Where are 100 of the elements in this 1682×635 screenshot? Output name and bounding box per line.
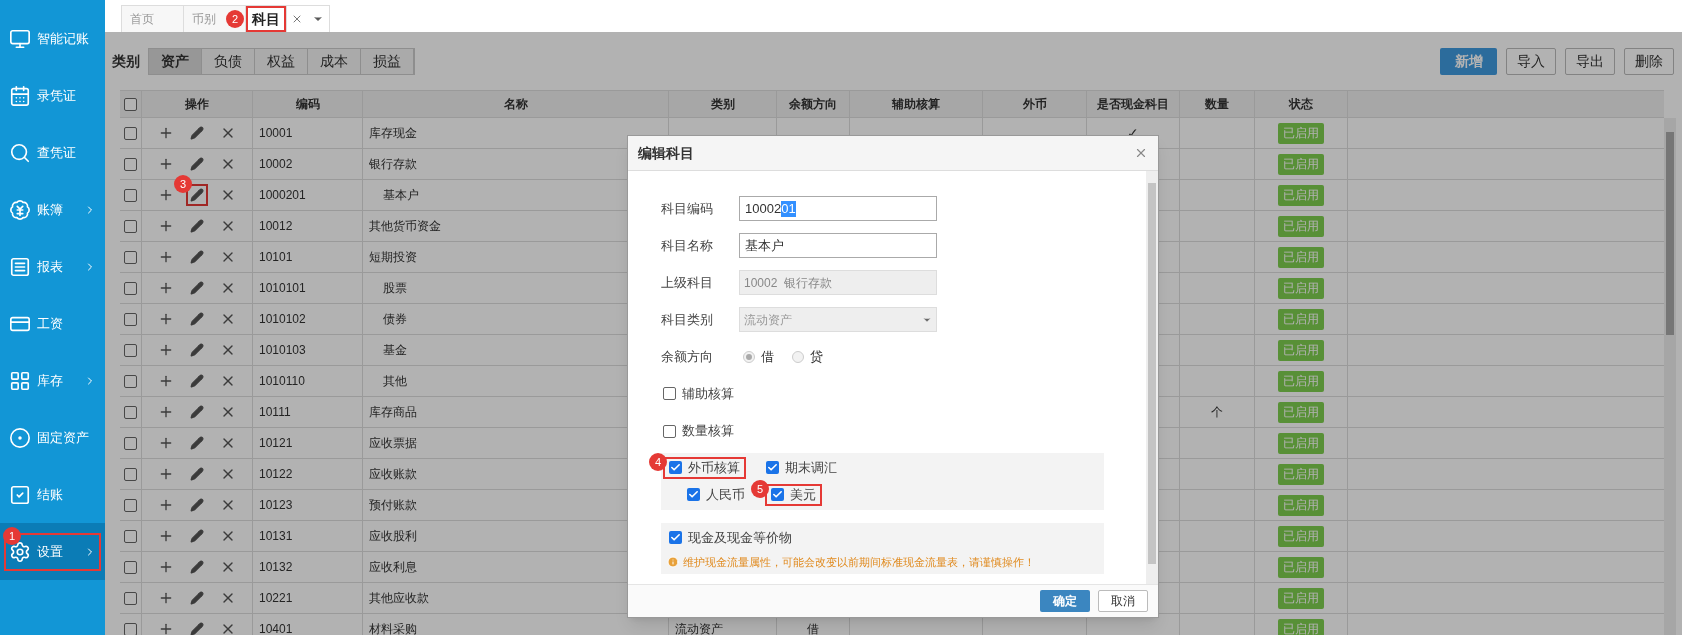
add-icon[interactable] (158, 218, 174, 234)
checkbox[interactable] (124, 405, 137, 419)
add-icon[interactable] (158, 280, 174, 296)
edit-icon[interactable] (190, 622, 204, 635)
checkbox[interactable] (124, 281, 137, 295)
add-icon[interactable] (158, 559, 174, 575)
edit-icon[interactable] (190, 498, 204, 512)
sidebar-item[interactable]: 库存 (0, 352, 105, 409)
add-icon[interactable] (158, 528, 174, 544)
sidebar-item[interactable]: 智能记账 (0, 10, 105, 67)
add-icon[interactable] (158, 497, 174, 513)
edit-icon[interactable] (190, 591, 204, 605)
close-icon[interactable] (291, 13, 303, 25)
add-icon[interactable] (158, 466, 174, 482)
category-label: 类别 (112, 51, 140, 71)
checkbox[interactable] (669, 461, 682, 475)
add-icon[interactable] (158, 125, 174, 141)
edit-icon[interactable] (190, 343, 204, 357)
code-text: 10221 (259, 590, 293, 607)
code-text: 10002 (259, 156, 293, 173)
toolbar-button[interactable]: 导出 (1565, 47, 1615, 75)
checkbox[interactable] (124, 188, 137, 202)
checkbox[interactable] (124, 374, 137, 388)
checkbox[interactable] (766, 461, 779, 475)
checkbox[interactable] (771, 488, 784, 502)
checkbox[interactable] (663, 387, 676, 401)
add-icon[interactable] (158, 404, 174, 420)
name-text: 材料采购 (369, 621, 417, 635)
name-text: 股票 (383, 280, 407, 297)
checkbox[interactable] (124, 157, 137, 171)
checkbox[interactable] (687, 488, 700, 502)
status-tag: 已启用 (1278, 339, 1324, 361)
scrollbar[interactable] (1664, 118, 1676, 635)
page-tab[interactable]: 科目 (246, 6, 287, 32)
edit-icon[interactable] (190, 188, 204, 202)
edit-icon[interactable] (190, 219, 204, 233)
checkbox[interactable] (124, 250, 137, 264)
category-tab[interactable]: 损益 (361, 48, 414, 74)
page-tab[interactable]: 首页 (122, 6, 184, 32)
edit-icon[interactable] (190, 157, 204, 171)
checkbox[interactable] (124, 560, 137, 574)
category-tab[interactable]: 成本 (308, 48, 361, 74)
add-icon[interactable] (158, 342, 174, 358)
close-icon[interactable] (1134, 146, 1148, 160)
sidebar-item[interactable]: 报表 (0, 238, 105, 295)
add-icon[interactable] (158, 156, 174, 172)
checkbox[interactable] (124, 97, 137, 111)
step-badge: 3 (174, 175, 192, 193)
checkbox[interactable] (124, 126, 137, 140)
add-icon[interactable] (158, 621, 174, 635)
sidebar-item[interactable]: 账簿 (0, 181, 105, 238)
edit-icon[interactable] (190, 281, 204, 295)
edit-icon[interactable] (190, 560, 204, 574)
edit-icon[interactable] (190, 405, 204, 419)
toolbar-button[interactable]: 删除 (1624, 47, 1674, 75)
checkbox[interactable] (124, 498, 137, 512)
category-tab[interactable]: 资产 (149, 48, 202, 74)
add-icon[interactable] (158, 373, 174, 389)
add-icon[interactable] (158, 187, 174, 203)
edit-icon[interactable] (190, 529, 204, 543)
status-tag: 已启用 (1278, 525, 1324, 547)
edit-icon[interactable] (190, 467, 204, 481)
text-field[interactable]: 基本户 (739, 233, 937, 259)
checkbox[interactable] (124, 436, 137, 450)
dialog-button[interactable]: 取消 (1098, 590, 1148, 612)
toolbar-button[interactable]: 导入 (1506, 47, 1556, 75)
edit-icon[interactable] (190, 374, 204, 388)
radio-option[interactable]: 贷 (788, 347, 823, 367)
checkbox[interactable] (669, 531, 682, 545)
radio-option[interactable]: 借 (739, 347, 774, 367)
category-tab[interactable]: 权益 (255, 48, 308, 74)
sidebar-item[interactable]: 录凭证 (0, 67, 105, 124)
add-icon[interactable] (158, 249, 174, 265)
toolbar-button[interactable]: 新增 (1440, 47, 1497, 75)
checkbox[interactable] (124, 312, 137, 326)
checkbox[interactable] (124, 591, 137, 605)
type-select[interactable]: 流动资产 (739, 307, 937, 333)
add-icon[interactable] (158, 590, 174, 606)
checkbox[interactable] (124, 622, 137, 635)
edit-icon[interactable] (190, 126, 204, 140)
checkbox[interactable] (663, 424, 676, 438)
checkbox[interactable] (124, 219, 137, 233)
add-icon[interactable] (158, 311, 174, 327)
scrollbar[interactable] (1146, 171, 1158, 584)
sidebar-item[interactable]: 查凭证 (0, 124, 105, 181)
name-text: 库存现金 (369, 125, 417, 142)
dialog-button[interactable]: 确定 (1040, 590, 1090, 612)
sidebar-item[interactable]: 结账 (0, 466, 105, 523)
checkbox-label: 现金及现金等价物 (688, 528, 792, 547)
checkbox[interactable] (124, 343, 137, 357)
checkbox[interactable] (124, 467, 137, 481)
checkbox[interactable] (124, 529, 137, 543)
category-tab[interactable]: 负债 (202, 48, 255, 74)
add-icon[interactable] (158, 435, 174, 451)
edit-icon[interactable] (190, 436, 204, 450)
sidebar-item[interactable]: 固定资产 (0, 409, 105, 466)
sidebar-item[interactable]: 工资 (0, 295, 105, 352)
edit-icon[interactable] (190, 312, 204, 326)
edit-icon[interactable] (190, 250, 204, 264)
field-label: 科目编码 (661, 199, 714, 218)
